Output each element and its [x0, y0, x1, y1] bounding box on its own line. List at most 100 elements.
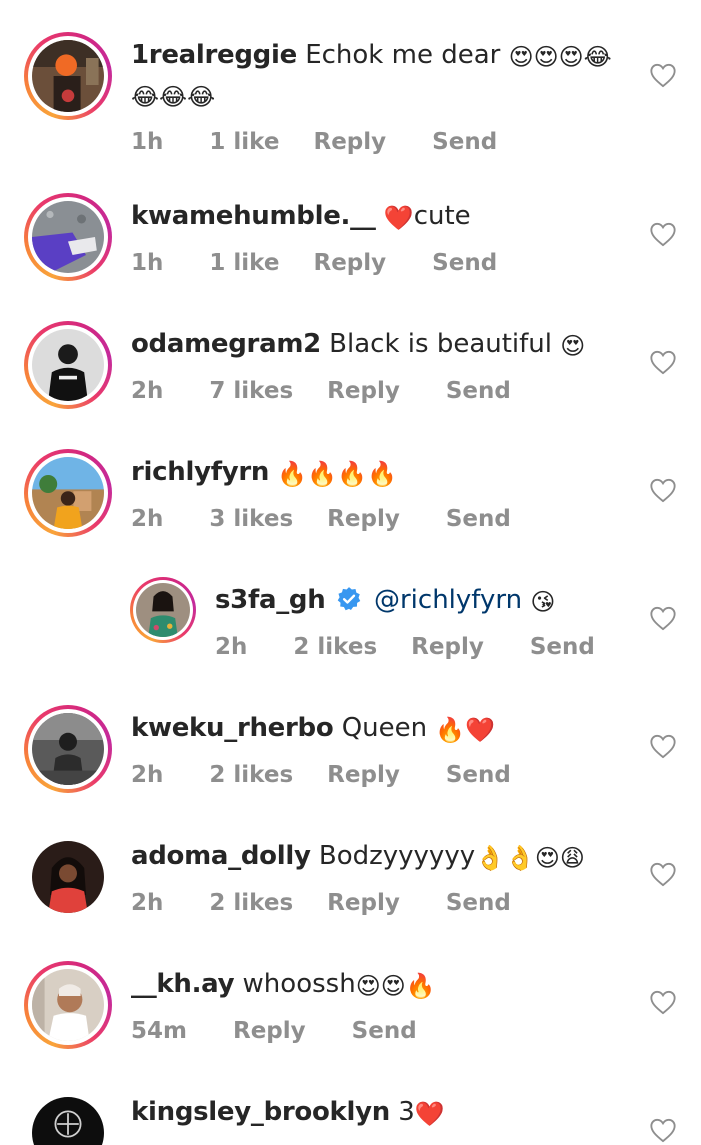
comment-emoji: 😍	[560, 332, 586, 360]
comment-meta: 2h 2 likes Reply Send	[131, 759, 549, 791]
heart-icon[interactable]	[649, 861, 677, 887]
comment-username[interactable]: kwamehumble.__	[131, 201, 376, 231]
comment-time: 2h	[131, 762, 164, 788]
comment-meta: 1h 1 like Reply Send	[131, 247, 535, 279]
comment-username[interactable]: odamegram2	[131, 329, 321, 359]
reply-button[interactable]: Reply	[233, 1015, 306, 1047]
avatar[interactable]	[24, 833, 112, 921]
heart-icon[interactable]	[649, 221, 677, 247]
comment-username[interactable]: adoma_dolly	[131, 841, 311, 871]
comment-emoji: 👌👌😍😩	[475, 844, 585, 872]
avatar[interactable]	[130, 577, 196, 643]
comment-item: kwamehumble.__ ❤️cute 1h 1 like Reply Se…	[0, 193, 701, 321]
send-button[interactable]: Send	[530, 631, 595, 663]
avatar[interactable]	[24, 1089, 112, 1145]
comment-like-count[interactable]: 1 like	[209, 247, 279, 279]
reply-button[interactable]: Reply	[327, 759, 400, 791]
comment-username[interactable]: kweku_rherbo	[131, 713, 334, 743]
comment-text: adoma_dolly Bodzyyyyyy👌👌😍😩	[131, 837, 585, 877]
avatar[interactable]	[24, 705, 112, 793]
comment-like-count[interactable]: 2 likes	[209, 759, 293, 791]
comment-text: odamegram2 Black is beautiful 😍	[131, 325, 585, 365]
comment-time: 1h	[131, 129, 164, 155]
comment-username[interactable]: s3fa_gh	[215, 585, 326, 615]
send-button[interactable]: Send	[446, 503, 511, 535]
comment-item: kweku_rherbo Queen 🔥❤️ 2h 2 likes Reply …	[0, 705, 701, 833]
heart-icon[interactable]	[649, 477, 677, 503]
send-button[interactable]: Send	[446, 887, 511, 919]
avatar[interactable]	[24, 449, 112, 537]
comment-emoji: 😍😍😍😂	[508, 43, 612, 71]
heart-icon[interactable]	[649, 62, 677, 88]
comment-body: Black is beautiful	[329, 329, 552, 359]
comment-time: 2h	[131, 378, 164, 404]
comment-username[interactable]: richlyfyrn	[131, 457, 269, 487]
comment-time: 2h	[131, 506, 164, 532]
comment-meta: 2h 3 likes Reply Send	[131, 503, 549, 535]
comment-item: richlyfyrn 🔥🔥🔥🔥 2h 3 likes Reply Send	[0, 449, 701, 577]
comment-username[interactable]: __kh.ay	[131, 969, 235, 999]
comment-body: Echok me dear	[305, 40, 501, 70]
comment-meta: 1h 1 like Reply Send	[131, 126, 612, 158]
reply-button[interactable]: Reply	[327, 887, 400, 919]
comments-list: 1realreggie Echok me dear 😍😍😍😂 😂😂😂 1h 1 …	[0, 0, 701, 1145]
comment-like-count[interactable]: 2 likes	[209, 887, 293, 919]
comment-meta: 2h 2 likes Reply Send	[131, 887, 585, 919]
comment-body: whoossh	[242, 969, 356, 999]
send-button[interactable]: Send	[432, 247, 497, 279]
send-button[interactable]: Send	[352, 1015, 417, 1047]
avatar[interactable]	[24, 193, 112, 281]
comment-meta: 2h 2 likes Reply Send	[215, 631, 633, 663]
comment-like-count[interactable]: 7 likes	[209, 375, 293, 407]
reply-button[interactable]: Reply	[411, 631, 484, 663]
mention-link[interactable]: @richlyfyrn	[374, 585, 522, 615]
comment-emoji: 😘	[530, 588, 556, 616]
send-button[interactable]: Send	[446, 375, 511, 407]
comment-time: 1h	[131, 250, 164, 276]
send-button[interactable]: Send	[432, 126, 497, 158]
comment-text-continued: 😂😂😂	[131, 76, 612, 116]
send-button[interactable]: Send	[446, 759, 511, 791]
comment-body: cute	[413, 201, 471, 231]
comment-item: 1realreggie Echok me dear 😍😍😍😂 😂😂😂 1h 1 …	[0, 32, 701, 160]
comment-text: kingsley_brooklyn 3❤️	[131, 1093, 445, 1133]
comment-item: odamegram2 Black is beautiful 😍 2h 7 lik…	[0, 321, 701, 449]
comment-text: __kh.ay whoossh😍😍🔥	[131, 965, 455, 1005]
heart-icon[interactable]	[649, 733, 677, 759]
comment-time: 54m	[131, 1018, 187, 1044]
comment-emoji: 😂😂😂	[131, 83, 216, 111]
reply-button[interactable]: Reply	[327, 503, 400, 535]
heart-icon[interactable]	[649, 605, 677, 631]
comment-time: 2h	[215, 634, 248, 660]
heart-icon[interactable]	[649, 989, 677, 1015]
comment-text: richlyfyrn 🔥🔥🔥🔥	[131, 453, 549, 493]
comment-text: 1realreggie Echok me dear 😍😍😍😂	[131, 36, 612, 76]
comment-like-count[interactable]: 3 likes	[209, 503, 293, 535]
reply-button[interactable]: Reply	[313, 247, 386, 279]
avatar[interactable]	[24, 321, 112, 409]
comment-emoji: 😍😍🔥	[355, 972, 436, 1000]
comment-emoji: ❤️	[383, 204, 414, 232]
heart-icon[interactable]	[649, 349, 677, 375]
reply-button[interactable]: Reply	[327, 375, 400, 407]
heart-icon[interactable]	[649, 1117, 677, 1143]
avatar[interactable]	[24, 32, 112, 120]
comment-meta: 54m Reply Send	[131, 1015, 455, 1047]
comment-item: kingsley_brooklyn 3❤️	[0, 1089, 701, 1145]
comment-body: 3	[398, 1097, 415, 1127]
reply-button[interactable]: Reply	[313, 126, 386, 158]
comment-text: kwamehumble.__ ❤️cute	[131, 197, 535, 237]
comment-like-count[interactable]: 1 like	[209, 126, 279, 158]
comment-meta: 2h 7 likes Reply Send	[131, 375, 585, 407]
comment-item: __kh.ay whoossh😍😍🔥 54m Reply Send	[0, 961, 701, 1089]
avatar[interactable]	[24, 961, 112, 1049]
comment-text: kweku_rherbo Queen 🔥❤️	[131, 709, 549, 749]
comment-username[interactable]: 1realreggie	[131, 40, 297, 70]
comment-like-count[interactable]: 2 likes	[293, 631, 377, 663]
comment-username[interactable]: kingsley_brooklyn	[131, 1097, 390, 1127]
comment-emoji: 🔥🔥🔥🔥	[277, 460, 397, 488]
comment-emoji: ❤️	[414, 1100, 445, 1128]
verified-badge-icon	[336, 585, 362, 611]
comment-emoji: 🔥❤️	[435, 716, 496, 744]
reply-comment-item: s3fa_gh @richlyfyrn 😘 2h 2 likes Reply S…	[0, 577, 701, 705]
